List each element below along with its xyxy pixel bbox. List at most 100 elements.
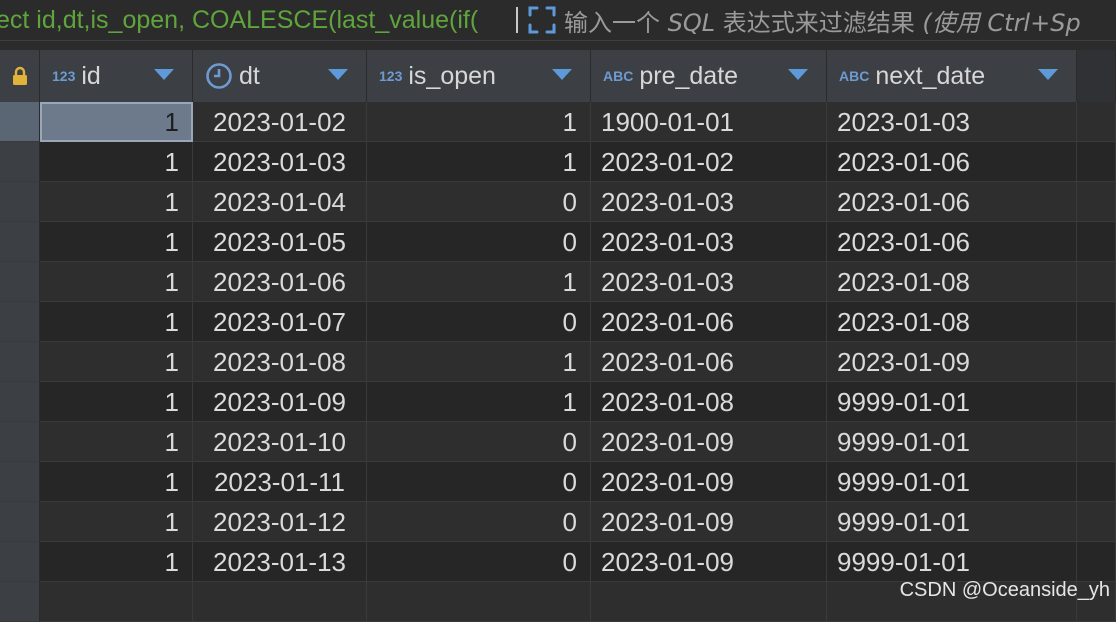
cell-dt[interactable]: 2023-01-13 bbox=[193, 542, 367, 582]
cell-id[interactable]: 1 bbox=[40, 422, 193, 462]
cell-next-date[interactable]: 2023-01-08 bbox=[827, 302, 1077, 342]
cell-pre-date[interactable]: 2023-01-03 bbox=[591, 222, 827, 262]
cell-next-date[interactable]: 9999-01-01 bbox=[827, 422, 1077, 462]
row-header[interactable] bbox=[0, 142, 40, 182]
cell-is-open[interactable]: 0 bbox=[367, 502, 591, 542]
cell-next-date[interactable]: 2023-01-06 bbox=[827, 222, 1077, 262]
table-row[interactable]: 1 2023-01-11 0 2023-01-09 9999-01-01 bbox=[0, 462, 1116, 502]
cell-id[interactable]: 1 bbox=[40, 542, 193, 582]
table-row[interactable]: 1 2023-01-08 1 2023-01-06 2023-01-09 bbox=[0, 342, 1116, 382]
cell-pre-date[interactable]: 2023-01-03 bbox=[591, 262, 827, 302]
cell-next-date[interactable]: 9999-01-01 bbox=[827, 502, 1077, 542]
cell-pre-date[interactable]: 2023-01-09 bbox=[591, 462, 827, 502]
cell-is-open[interactable]: 0 bbox=[367, 542, 591, 582]
cell-id[interactable]: 1 bbox=[40, 182, 193, 222]
cell-dt[interactable]: 2023-01-07 bbox=[193, 302, 367, 342]
cell-pre-date[interactable]: 2023-01-02 bbox=[591, 142, 827, 182]
sort-arrow-icon[interactable] bbox=[552, 69, 572, 80]
cell-next-date[interactable]: 9999-01-01 bbox=[827, 542, 1077, 582]
column-header-pre-date[interactable]: ABC pre_date bbox=[591, 50, 827, 102]
table-row[interactable]: 1 2023-01-04 0 2023-01-03 2023-01-06 bbox=[0, 182, 1116, 222]
cell-is-open[interactable]: 1 bbox=[367, 382, 591, 422]
cell-dt[interactable]: 2023-01-08 bbox=[193, 342, 367, 382]
row-header[interactable] bbox=[0, 382, 40, 422]
cell-is-open[interactable]: 1 bbox=[367, 142, 591, 182]
cell-is-open[interactable]: 0 bbox=[367, 182, 591, 222]
cell-pre-date[interactable]: 2023-01-06 bbox=[591, 302, 827, 342]
table-row[interactable]: 1 2023-01-12 0 2023-01-09 9999-01-01 bbox=[0, 502, 1116, 542]
sort-arrow-icon[interactable] bbox=[154, 69, 174, 80]
cell-is-open[interactable]: 0 bbox=[367, 422, 591, 462]
sql-query-text[interactable]: ect id,dt,is_open, COALESCE(last_value(i… bbox=[0, 6, 512, 35]
cell-pre-date[interactable]: 2023-01-09 bbox=[591, 502, 827, 542]
cell-is-open[interactable]: 0 bbox=[367, 222, 591, 262]
cell-next-date[interactable]: 2023-01-06 bbox=[827, 142, 1077, 182]
row-header[interactable] bbox=[0, 182, 40, 222]
cell-is-open[interactable]: 1 bbox=[367, 102, 591, 142]
cell-dt[interactable]: 2023-01-04 bbox=[193, 182, 367, 222]
row-header[interactable] bbox=[0, 542, 40, 582]
sort-arrow-icon[interactable] bbox=[1038, 69, 1058, 80]
column-header-id[interactable]: 123 id bbox=[40, 50, 193, 102]
cell-dt[interactable]: 2023-01-06 bbox=[193, 262, 367, 302]
cell-pre-date[interactable]: 2023-01-09 bbox=[591, 542, 827, 582]
cell-id[interactable]: 1 bbox=[40, 262, 193, 302]
cell-pre-date[interactable]: 2023-01-03 bbox=[591, 182, 827, 222]
cell-pre-date[interactable]: 2023-01-06 bbox=[591, 342, 827, 382]
cell-pre-date[interactable]: 2023-01-09 bbox=[591, 422, 827, 462]
cell-dt[interactable]: 2023-01-10 bbox=[193, 422, 367, 462]
cell-is-open[interactable] bbox=[367, 582, 591, 622]
cell-pre-date[interactable]: 1900-01-01 bbox=[591, 102, 827, 142]
cell-next-date[interactable]: 2023-01-08 bbox=[827, 262, 1077, 302]
table-row[interactable]: 1 2023-01-09 1 2023-01-08 9999-01-01 bbox=[0, 382, 1116, 422]
cell-id[interactable]: 1 bbox=[40, 222, 193, 262]
row-header[interactable] bbox=[0, 502, 40, 542]
row-header[interactable] bbox=[0, 422, 40, 462]
cell-id[interactable]: 1 bbox=[40, 302, 193, 342]
cell-dt[interactable] bbox=[193, 582, 367, 622]
table-row[interactable]: 1 2023-01-07 0 2023-01-06 2023-01-08 bbox=[0, 302, 1116, 342]
cell-id[interactable]: 1 bbox=[40, 462, 193, 502]
cell-pre-date[interactable]: 2023-01-08 bbox=[591, 382, 827, 422]
table-row[interactable]: 1 2023-01-13 0 2023-01-09 9999-01-01 bbox=[0, 542, 1116, 582]
cell-is-open[interactable]: 1 bbox=[367, 342, 591, 382]
cell-dt[interactable]: 2023-01-11 bbox=[193, 462, 367, 502]
cell-next-date[interactable]: 2023-01-06 bbox=[827, 182, 1077, 222]
cell-id[interactable]: 1 bbox=[40, 102, 193, 142]
table-row[interactable]: 1 2023-01-06 1 2023-01-03 2023-01-08 bbox=[0, 262, 1116, 302]
column-header-is-open[interactable]: 123 is_open bbox=[367, 50, 591, 102]
cell-next-date[interactable]: 2023-01-03 bbox=[827, 102, 1077, 142]
sort-arrow-icon[interactable] bbox=[788, 69, 808, 80]
row-header[interactable] bbox=[0, 582, 40, 622]
cell-is-open[interactable]: 1 bbox=[367, 262, 591, 302]
cell-id[interactable]: 1 bbox=[40, 382, 193, 422]
cell-next-date[interactable]: 2023-01-09 bbox=[827, 342, 1077, 382]
cell-dt[interactable]: 2023-01-09 bbox=[193, 382, 367, 422]
cell-id[interactable]: 1 bbox=[40, 502, 193, 542]
table-row[interactable]: 1 2023-01-02 1 1900-01-01 2023-01-03 bbox=[0, 102, 1116, 142]
sort-arrow-icon[interactable] bbox=[328, 69, 348, 80]
table-row[interactable]: 1 2023-01-03 1 2023-01-02 2023-01-06 bbox=[0, 142, 1116, 182]
cell-id[interactable] bbox=[40, 582, 193, 622]
column-header-next-date[interactable]: ABC next_date bbox=[827, 50, 1077, 102]
lock-icon[interactable] bbox=[0, 50, 40, 102]
cell-pre-date[interactable] bbox=[591, 582, 827, 622]
row-header[interactable] bbox=[0, 102, 40, 142]
cell-is-open[interactable]: 0 bbox=[367, 302, 591, 342]
filter-input[interactable]: 输入一个 SQL 表达式来过滤结果 (使用 Ctrl+Sp bbox=[564, 3, 1081, 38]
column-header-dt[interactable]: dt bbox=[193, 50, 367, 102]
table-row[interactable]: 1 2023-01-05 0 2023-01-03 2023-01-06 bbox=[0, 222, 1116, 262]
cell-is-open[interactable]: 0 bbox=[367, 462, 591, 502]
cell-next-date[interactable]: 9999-01-01 bbox=[827, 382, 1077, 422]
cell-id[interactable]: 1 bbox=[40, 342, 193, 382]
cell-next-date[interactable]: 9999-01-01 bbox=[827, 462, 1077, 502]
row-header[interactable] bbox=[0, 462, 40, 502]
row-header[interactable] bbox=[0, 342, 40, 382]
table-row[interactable]: 1 2023-01-10 0 2023-01-09 9999-01-01 bbox=[0, 422, 1116, 462]
cell-dt[interactable]: 2023-01-05 bbox=[193, 222, 367, 262]
row-header[interactable] bbox=[0, 302, 40, 342]
row-header[interactable] bbox=[0, 262, 40, 302]
cell-dt[interactable]: 2023-01-02 bbox=[193, 102, 367, 142]
cell-dt[interactable]: 2023-01-03 bbox=[193, 142, 367, 182]
expand-icon[interactable] bbox=[526, 4, 558, 36]
